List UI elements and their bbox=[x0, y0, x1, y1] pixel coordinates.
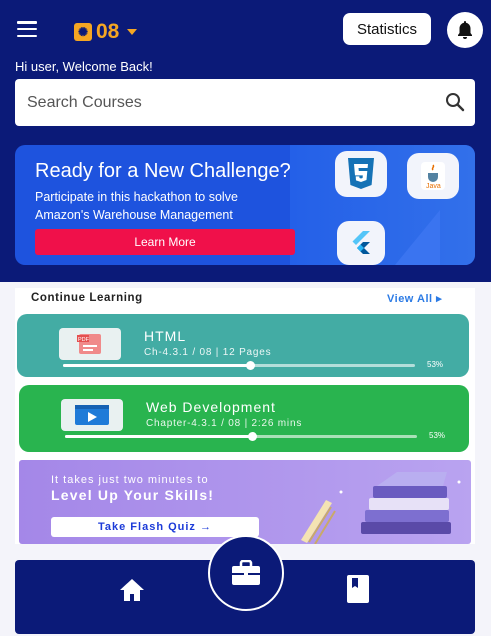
statistics-button[interactable]: Statistics bbox=[343, 13, 431, 45]
course-title: HTML bbox=[144, 328, 187, 344]
course-meta: Ch-4.3.1 / 08 | 12 Pages bbox=[144, 347, 272, 358]
quiz-tagline: It takes just two minutes to bbox=[51, 474, 209, 486]
video-thumbnail bbox=[61, 399, 123, 431]
view-all-link[interactable]: View All ▸ bbox=[387, 292, 442, 305]
search-input[interactable] bbox=[27, 79, 427, 126]
coin-icon: ✺ bbox=[74, 23, 92, 41]
progress-percent: 53% bbox=[427, 360, 444, 369]
menu-icon[interactable] bbox=[17, 21, 37, 37]
svg-text:PDF: PDF bbox=[78, 337, 90, 343]
course-meta: Chapter-4.3.1 / 08 | 2:26 mins bbox=[146, 418, 303, 429]
course-card-html[interactable]: PDF HTML Ch-4.3.1 / 08 | 12 Pages 53% bbox=[17, 314, 469, 377]
search-box bbox=[15, 79, 475, 126]
flash-quiz-banner[interactable]: It takes just two minutes to Level Up Yo… bbox=[19, 460, 471, 544]
progress-percent: 53% bbox=[429, 431, 446, 440]
java-text: Java bbox=[426, 183, 441, 190]
coin-counter[interactable]: ✺ 08 bbox=[74, 20, 138, 44]
hackathon-banner[interactable]: Java Ready for a New Challenge? Particip… bbox=[15, 145, 475, 265]
take-flash-quiz-button[interactable]: Take Flash Quiz → bbox=[51, 517, 259, 537]
bell-icon bbox=[458, 21, 472, 39]
center-action-button[interactable] bbox=[208, 535, 284, 611]
learn-more-button[interactable]: Learn More bbox=[35, 229, 295, 255]
progress-knob bbox=[245, 361, 255, 370]
pdf-thumbnail: PDF bbox=[59, 328, 121, 360]
course-title: Web Development bbox=[146, 399, 276, 415]
course-card-web-development[interactable]: Web Development Chapter-4.3.1 / 08 | 2:2… bbox=[19, 385, 469, 452]
progress-track bbox=[63, 361, 415, 370]
progress-fill bbox=[63, 364, 250, 367]
continue-learning-section: Continue Learning View All ▸ PDF HTML Ch… bbox=[15, 288, 475, 544]
book-icon[interactable] bbox=[346, 574, 370, 604]
header: ✺ 08 Statistics Hi user, Welcome Back! J… bbox=[0, 0, 491, 282]
css3-icon bbox=[348, 158, 374, 189]
welcome-text: Hi user, Welcome Back! bbox=[15, 59, 153, 74]
briefcase-icon bbox=[232, 560, 260, 585]
progress-track bbox=[65, 432, 417, 441]
section-title: Continue Learning bbox=[31, 292, 143, 304]
flutter-logo bbox=[337, 221, 385, 265]
banner-title: Ready for a New Challenge? bbox=[35, 160, 291, 182]
flutter-icon bbox=[352, 231, 370, 254]
css3-logo bbox=[335, 151, 387, 197]
search-icon[interactable] bbox=[445, 92, 465, 112]
quiz-headline: Level Up Your Skills! bbox=[51, 487, 215, 503]
chevron-down-icon bbox=[127, 29, 138, 35]
progress-fill bbox=[65, 435, 252, 438]
pdf-icon: PDF bbox=[77, 334, 101, 354]
home-icon[interactable] bbox=[117, 576, 147, 604]
books-illustration bbox=[301, 472, 461, 544]
coin-count: 08 bbox=[96, 20, 120, 43]
video-icon bbox=[75, 405, 109, 425]
banner-subtitle: Participate in this hackathon to solve A… bbox=[35, 190, 238, 222]
java-logo: Java bbox=[407, 153, 459, 199]
java-icon: Java bbox=[421, 162, 445, 190]
progress-knob bbox=[247, 432, 257, 441]
notification-button[interactable] bbox=[447, 12, 483, 48]
